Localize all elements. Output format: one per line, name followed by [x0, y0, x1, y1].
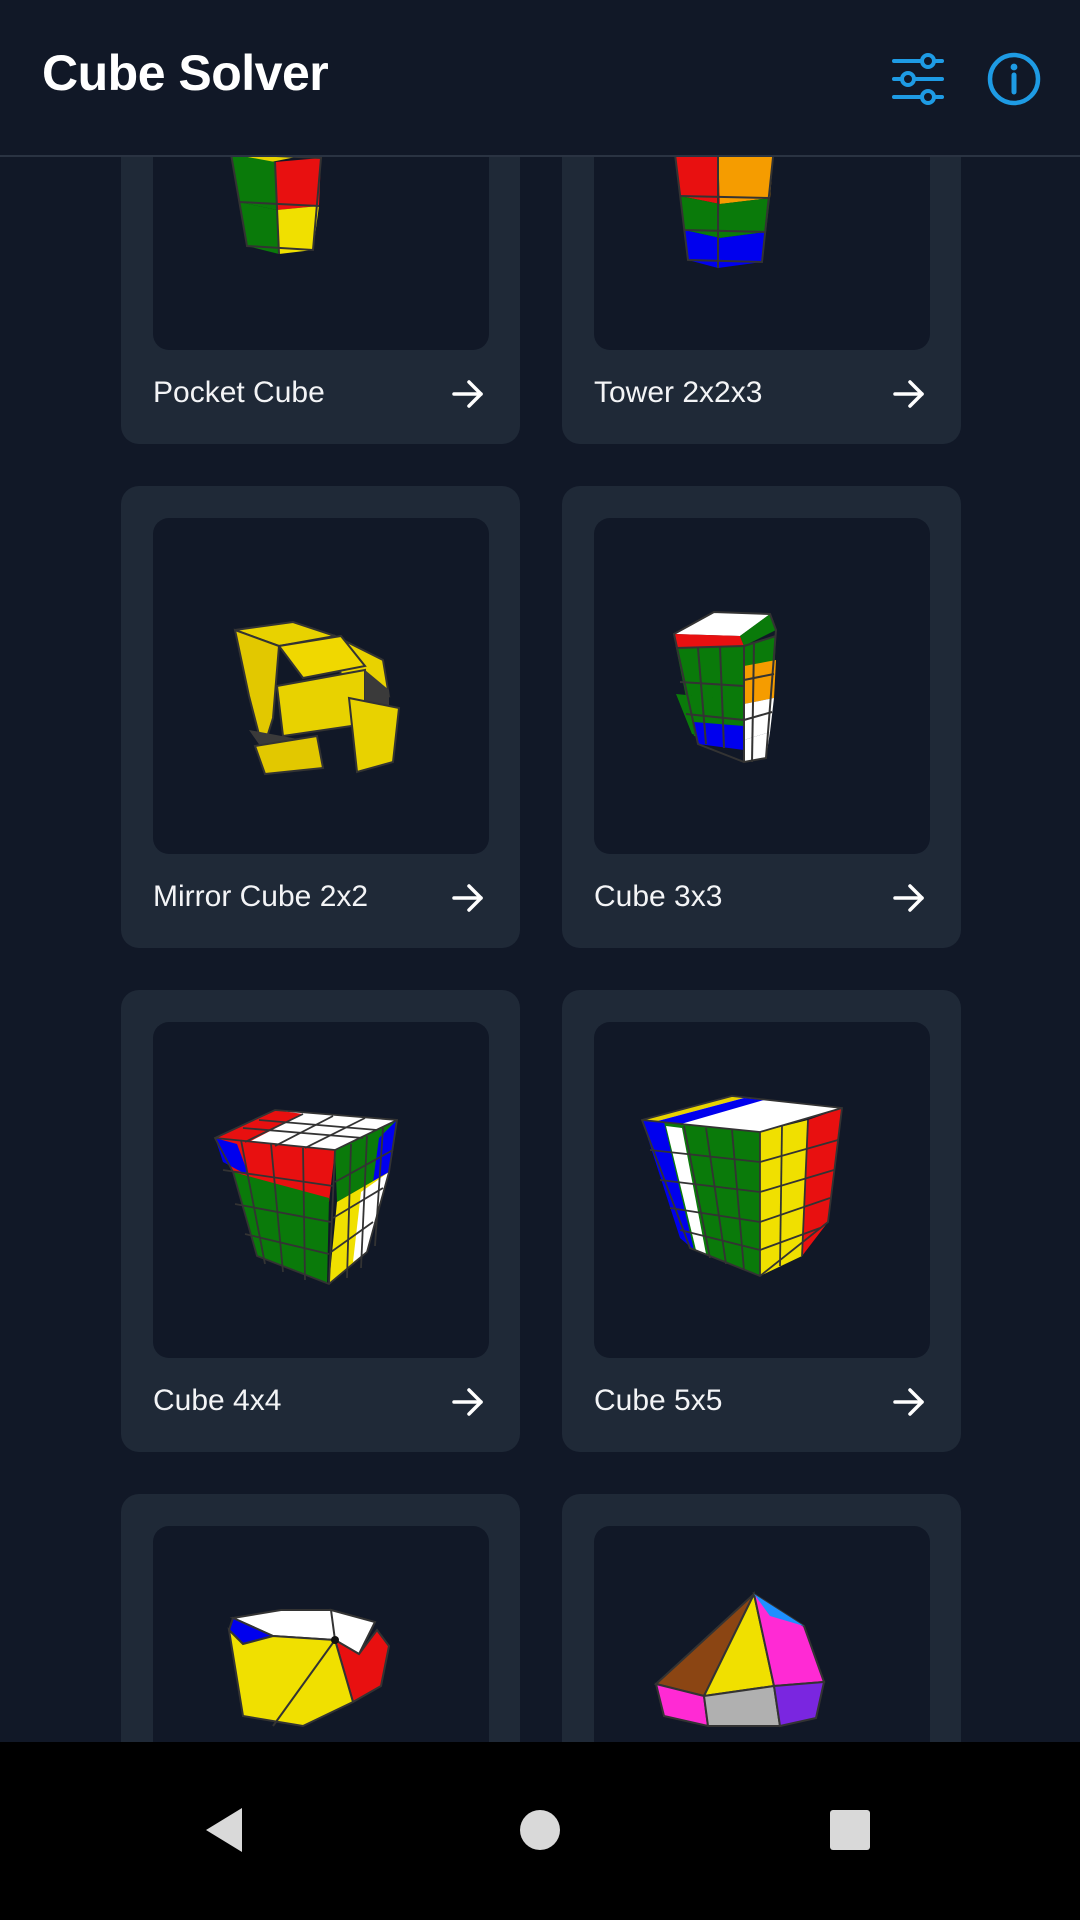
- puzzle-card-cube-3x3[interactable]: Cube 3x3: [562, 486, 961, 948]
- info-icon: [987, 52, 1041, 106]
- puzzle-label: Pocket Cube: [153, 376, 325, 409]
- cube-5x5-image: [640, 1095, 844, 1278]
- arrow-right-icon[interactable]: [891, 1384, 927, 1420]
- system-navigation-bar: [0, 1742, 1080, 1920]
- puzzle-label: Mirror Cube 2x2: [153, 880, 369, 913]
- cube-4x4-image: [213, 1109, 399, 1286]
- puzzle-preview: [594, 1526, 930, 1742]
- puzzle-label: Cube 3x3: [594, 880, 723, 913]
- puzzle-preview: [153, 1526, 489, 1742]
- puzzle-preview: [594, 1022, 930, 1358]
- arrow-right-icon[interactable]: [891, 376, 927, 412]
- arrow-right-icon[interactable]: [450, 1384, 486, 1420]
- home-icon[interactable]: [508, 1798, 572, 1862]
- puzzle-label: Tower 2x2x3: [594, 376, 763, 409]
- square-one-image: [227, 1608, 391, 1728]
- sliders-icon: [892, 53, 944, 105]
- puzzle-card-cube-4x4[interactable]: Cube 4x4: [121, 990, 520, 1452]
- arrow-right-icon[interactable]: [891, 880, 927, 916]
- puzzle-card-square-one[interactable]: [121, 1494, 520, 1742]
- skewb-image: [653, 1590, 826, 1728]
- puzzle-preview: [594, 518, 930, 854]
- app-bar: Cube Solver: [0, 0, 1080, 157]
- puzzle-preview: [153, 157, 489, 350]
- pocket-cube-image: [230, 157, 323, 255]
- arrow-right-icon[interactable]: [450, 880, 486, 916]
- puzzle-card-pocket-cube[interactable]: Pocket Cube: [121, 157, 520, 444]
- puzzle-card-tower-2x2x3[interactable]: Tower 2x2x3: [562, 157, 961, 444]
- recents-icon[interactable]: [818, 1798, 882, 1862]
- puzzle-list[interactable]: Pocket Cube Tower 2x2x3 Mirror Cube 2x2 …: [0, 157, 1080, 1742]
- puzzle-card-cube-5x5[interactable]: Cube 5x5: [562, 990, 961, 1452]
- puzzle-card-skewb[interactable]: [562, 1494, 961, 1742]
- cube-3x3-image: [672, 610, 778, 764]
- mirror-cube-image: [233, 620, 401, 776]
- info-button[interactable]: [983, 48, 1045, 110]
- settings-button[interactable]: [888, 48, 950, 110]
- app-title: Cube Solver: [42, 45, 329, 101]
- puzzle-card-mirror-cube-2x2[interactable]: Mirror Cube 2x2: [121, 486, 520, 948]
- arrow-right-icon[interactable]: [450, 376, 486, 412]
- puzzle-preview: [153, 518, 489, 854]
- tower-cube-image: [674, 157, 775, 268]
- puzzle-label: Cube 5x5: [594, 1384, 723, 1417]
- puzzle-label: Cube 4x4: [153, 1384, 282, 1417]
- puzzle-preview: [153, 1022, 489, 1358]
- puzzle-preview: [594, 157, 930, 350]
- back-icon[interactable]: [192, 1798, 256, 1862]
